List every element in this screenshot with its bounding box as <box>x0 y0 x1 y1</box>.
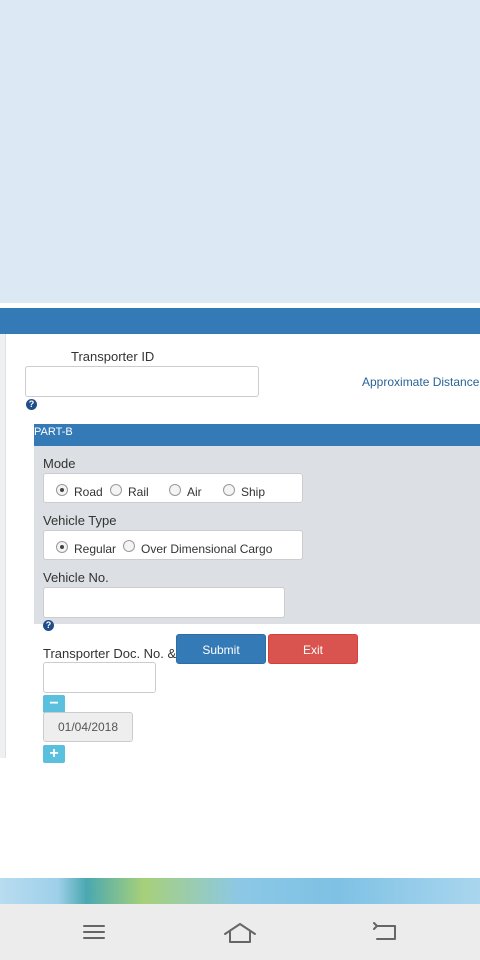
home-icon[interactable] <box>222 922 258 944</box>
vehicle-type-odc-radio[interactable] <box>123 540 135 552</box>
menu-icon[interactable] <box>82 922 106 942</box>
question-circle-icon[interactable]: ? <box>26 399 37 410</box>
back-icon[interactable] <box>373 922 399 942</box>
vehicle-type-regular-label: Regular <box>74 542 117 556</box>
plus-icon[interactable]: + <box>43 745 65 763</box>
vehicle-no-label: Vehicle No. <box>43 570 109 585</box>
top-blank-area <box>0 0 480 303</box>
partb-header-label: PART-B <box>34 426 73 438</box>
minus-icon[interactable]: − <box>43 695 65 713</box>
mode-road-radio[interactable] <box>56 484 68 496</box>
mode-ship-label: Ship <box>241 485 266 499</box>
transporter-doc-label: Transporter Doc. No. & D <box>43 646 190 661</box>
partb-header: PART-B <box>34 424 480 446</box>
mode-label: Mode <box>43 456 76 471</box>
vehicle-type-label: Vehicle Type <box>43 513 117 528</box>
doc-date-field[interactable]: 01/04/2018 <box>43 712 133 742</box>
question-circle-icon[interactable]: ? <box>43 620 54 631</box>
submit-button[interactable]: Submit <box>176 634 266 664</box>
system-navigation-bar <box>0 904 480 960</box>
transporter-id-input[interactable] <box>25 366 259 397</box>
left-edge <box>0 334 6 758</box>
header-bar <box>0 308 480 334</box>
mode-rail-radio[interactable] <box>110 484 122 496</box>
mode-air-label: Air <box>187 485 202 499</box>
mode-air-radio[interactable] <box>169 484 181 496</box>
wallpaper-strip <box>0 878 480 904</box>
mode-ship-radio[interactable] <box>223 484 235 496</box>
transporter-id-label: Transporter ID <box>71 349 155 364</box>
mode-road-label: Road <box>74 485 103 499</box>
exit-button[interactable]: Exit <box>268 634 358 664</box>
vehicle-type-odc-label: Over Dimensional Cargo <box>141 542 273 556</box>
mode-rail-label: Rail <box>128 485 149 499</box>
vehicle-no-input[interactable] <box>43 587 285 618</box>
vehicle-type-regular-radio[interactable] <box>56 541 68 553</box>
approximate-distance-label: Approximate Distance <box>362 375 480 389</box>
transporter-doc-input[interactable] <box>43 662 156 693</box>
